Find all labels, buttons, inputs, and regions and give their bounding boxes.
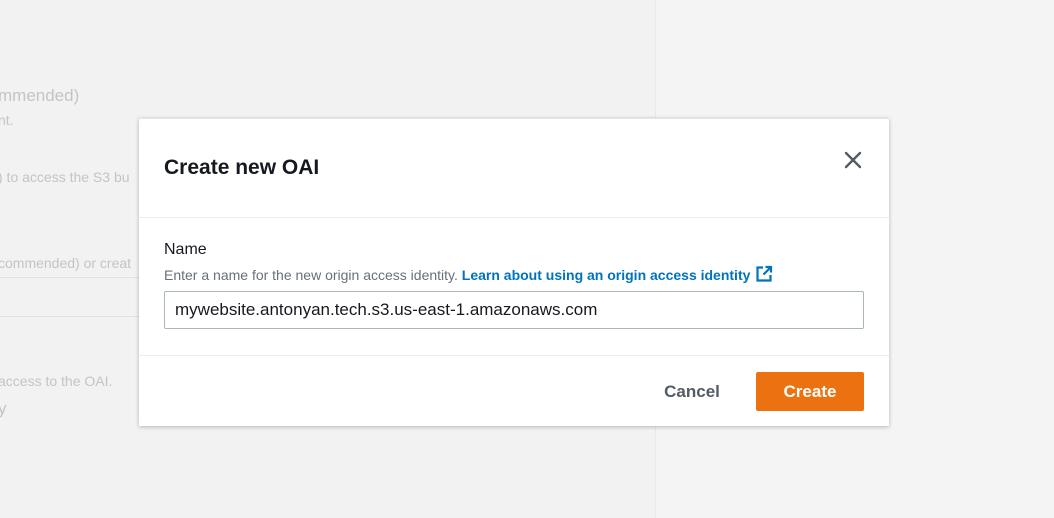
dialog-title: Create new OAI: [164, 156, 320, 179]
background-text: ) to access the S3 bu: [0, 169, 130, 185]
background-divider: [0, 316, 139, 317]
oai-name-input[interactable]: [164, 291, 864, 329]
learn-more-link-text: Learn about using an origin access ident…: [461, 267, 751, 283]
background-text: y: [0, 399, 7, 418]
background-text: commended) or creat: [0, 255, 132, 271]
background-divider: [0, 277, 139, 278]
background-text: nt.: [0, 112, 14, 128]
dialog-footer-divider: [139, 355, 889, 356]
background-text: access to the OAI.: [0, 373, 113, 389]
external-link-icon: [756, 265, 773, 282]
create-button[interactable]: Create: [756, 372, 864, 411]
background-text: mmended): [0, 86, 80, 105]
close-icon: [844, 151, 862, 169]
close-button[interactable]: [839, 146, 867, 174]
dialog-body: Name Enter a name for the new origin acc…: [164, 241, 864, 283]
description-text: Enter a name for the new origin access i…: [164, 267, 458, 283]
name-field-description: Enter a name for the new origin access i…: [164, 265, 864, 283]
name-field-label: Name: [164, 241, 207, 258]
create-oai-dialog: Create new OAI Name Enter a name for the…: [139, 118, 889, 426]
dialog-header: Create new OAI: [139, 119, 889, 218]
learn-more-link[interactable]: Learn about using an origin access ident…: [461, 265, 774, 283]
cancel-button[interactable]: Cancel: [647, 372, 737, 412]
